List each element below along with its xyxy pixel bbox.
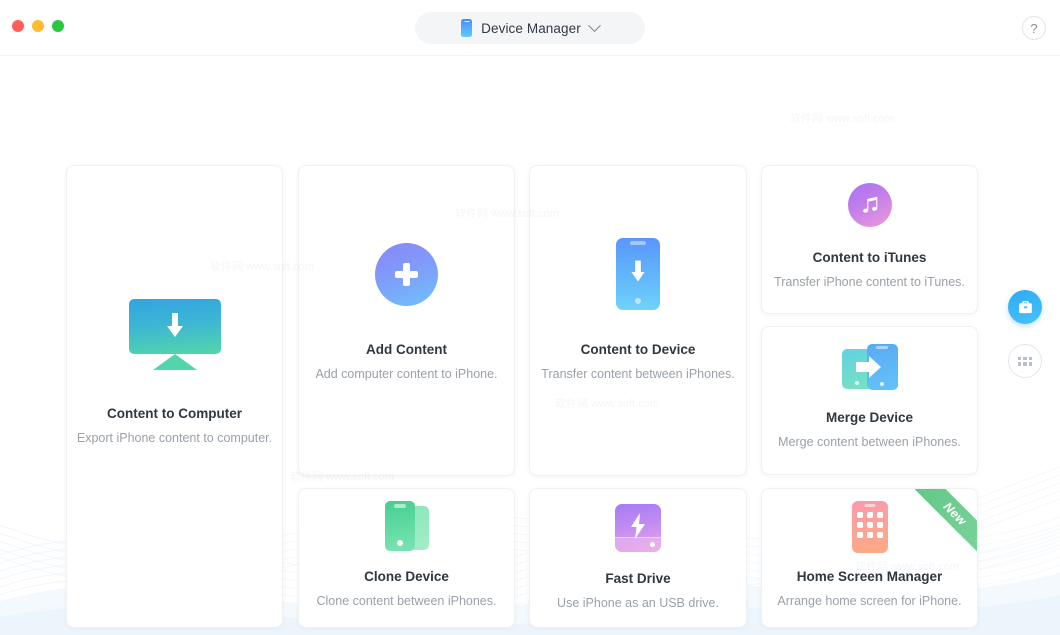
home-screen-icon <box>852 501 888 553</box>
card-description: Merge content between iPhones. <box>778 436 961 449</box>
card-clone-device[interactable]: Clone Device Clone content between iPhon… <box>298 488 515 628</box>
monitor-download-icon <box>129 298 221 372</box>
usb-drive-icon <box>615 503 661 553</box>
traffic-lights <box>12 20 64 32</box>
title-bar: Device Manager ? <box>0 0 1060 56</box>
card-title: Clone Device <box>364 570 449 584</box>
card-title: Add Content <box>366 343 447 357</box>
apps-grid-button[interactable] <box>1008 344 1042 378</box>
phone-download-icon <box>616 238 660 310</box>
card-title: Home Screen Manager <box>797 570 943 584</box>
card-merge-device[interactable]: Merge Device Merge content between iPhon… <box>761 326 978 475</box>
device-manager-label: Device Manager <box>481 21 581 36</box>
card-description: Add computer content to iPhone. <box>315 368 497 381</box>
clone-phones-icon <box>385 501 429 553</box>
card-description: Export iPhone content to computer. <box>77 432 272 445</box>
maximize-button[interactable] <box>52 20 64 32</box>
card-title: Content to Device <box>581 343 696 357</box>
card-description: Transfer content between iPhones. <box>541 368 734 381</box>
new-badge: New <box>908 488 978 561</box>
card-content-to-computer[interactable]: Content to Computer Export iPhone conten… <box>66 165 283 628</box>
card-title: Content to Computer <box>107 407 242 421</box>
app-window: Device Manager ? Content to Computer Exp… <box>0 0 1060 635</box>
card-content-to-itunes[interactable]: Content to iTunes Transfer iPhone conten… <box>761 165 978 314</box>
card-description: Use iPhone as an USB drive. <box>557 597 719 610</box>
toolbox-icon <box>1017 299 1034 316</box>
card-description: Arrange home screen for iPhone. <box>777 595 961 608</box>
card-title: Fast Drive <box>605 572 670 586</box>
minimize-button[interactable] <box>32 20 44 32</box>
help-button[interactable]: ? <box>1022 16 1046 40</box>
card-home-screen-manager[interactable]: New Home Screen Manager Arrange home scr… <box>761 488 978 628</box>
toolbox-button[interactable] <box>1008 290 1042 324</box>
card-title: Content to iTunes <box>813 251 927 265</box>
watermark: 软件网 www.soft.com <box>790 110 894 126</box>
plus-circle-icon <box>375 238 438 310</box>
close-button[interactable] <box>12 20 24 32</box>
music-note-icon <box>848 180 892 230</box>
card-content-to-device[interactable]: Content to Device Transfer content betwe… <box>529 165 747 476</box>
device-manager-dropdown[interactable]: Device Manager <box>415 12 645 44</box>
card-title: Merge Device <box>826 411 913 425</box>
help-label: ? <box>1030 21 1037 36</box>
chevron-down-icon <box>588 19 601 32</box>
card-description: Clone content between iPhones. <box>317 595 497 608</box>
merge-phones-icon <box>842 343 898 391</box>
grid-apps-icon <box>1018 357 1033 366</box>
phone-icon <box>461 19 472 37</box>
card-description: Transfer iPhone content to iTunes. <box>774 276 965 289</box>
card-add-content[interactable]: Add Content Add computer content to iPho… <box>298 165 515 476</box>
card-fast-drive[interactable]: Fast Drive Use iPhone as an USB drive. <box>529 488 747 628</box>
